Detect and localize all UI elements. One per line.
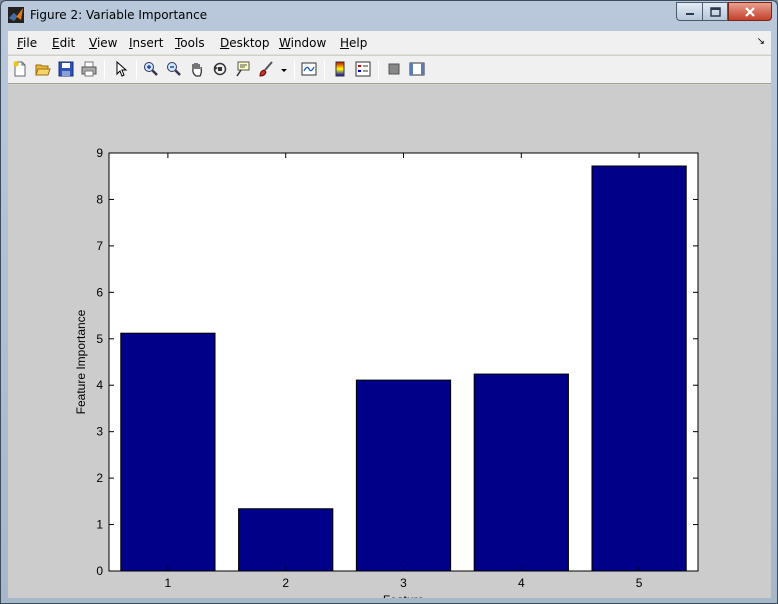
figure-canvas[interactable]: 0 1 2 3 4 5 6 7 8 9 1 2 3 4 5 Feature Feature Importance [8, 85, 771, 598]
link-plot-icon[interactable] [300, 60, 318, 78]
menu-tools[interactable]: Tools [175, 36, 205, 50]
close-button[interactable] [728, 2, 772, 21]
minimize-button[interactable] [676, 2, 702, 21]
bar-1 [120, 332, 216, 572]
x-tick-label: 2 [282, 576, 289, 590]
close-icon [745, 6, 755, 17]
x-tick-label: 4 [518, 576, 525, 590]
window-title: Figure 2: Variable Importance [30, 8, 208, 22]
select-arrow-icon[interactable] [112, 60, 130, 78]
y-tick-label: 2 [96, 471, 103, 485]
menu-view[interactable]: View [89, 36, 117, 50]
legend-icon[interactable] [354, 60, 372, 78]
y-tick-label: 7 [96, 239, 103, 253]
y-axis-label: Feature Importance [74, 309, 88, 414]
pan-hand-icon[interactable] [188, 60, 206, 78]
bar-4 [473, 373, 569, 572]
bar-2 [238, 508, 334, 572]
x-tick-label: 3 [400, 576, 407, 590]
save-icon[interactable] [57, 60, 75, 78]
figure-client-area: ↘ File Edit View Insert Tools Desktop Window He… [8, 31, 771, 598]
y-tick-label: 8 [96, 192, 103, 206]
hide-plot-tools-icon[interactable] [385, 60, 403, 78]
title-bar[interactable]: Figure 2: Variable Importance [1, 1, 777, 30]
y-tick-label: 0 [96, 564, 103, 578]
menu-edit[interactable]: Edit [52, 36, 75, 50]
y-tick-label: 5 [96, 332, 103, 346]
figure-window: Figure 2: Variable Importance ↘ File Edit… [0, 0, 778, 604]
bar-3 [355, 379, 452, 572]
open-icon[interactable] [34, 60, 52, 78]
x-tick-label: 5 [636, 576, 643, 590]
zoom-in-icon[interactable] [142, 60, 160, 78]
brush-dropdown-icon[interactable] [279, 60, 289, 78]
figure-toolbar [8, 56, 771, 84]
brush-icon[interactable] [257, 60, 275, 78]
matlab-logo-icon [8, 7, 24, 23]
rotate-3d-icon[interactable] [211, 60, 229, 78]
bar-chart[interactable]: 0 1 2 3 4 5 6 7 8 9 1 2 3 4 5 Feature Feature Importance [8, 85, 771, 598]
bar-5 [591, 165, 687, 572]
menu-bar: ↘ File Edit View Insert Tools Desktop Window He… [8, 31, 771, 55]
x-axis-label: Feature [383, 593, 425, 598]
minimize-icon [685, 12, 694, 15]
y-tick-label: 6 [96, 285, 103, 299]
data-cursor-icon[interactable] [234, 60, 252, 78]
new-figure-icon[interactable] [11, 60, 29, 78]
y-tick-label: 1 [96, 518, 103, 532]
y-tick-label: 9 [96, 146, 103, 160]
show-plot-tools-icon[interactable] [408, 60, 426, 78]
maximize-icon [709, 6, 721, 17]
print-icon[interactable] [80, 60, 98, 78]
menu-file[interactable]: File [17, 36, 37, 50]
menu-insert[interactable]: Insert [129, 36, 163, 50]
menu-desktop[interactable]: Desktop [220, 36, 270, 50]
menu-help[interactable]: Help [340, 36, 367, 50]
y-tick-label: 3 [96, 425, 103, 439]
y-tick-label: 4 [96, 378, 103, 392]
zoom-out-icon[interactable] [165, 60, 183, 78]
x-tick-label: 1 [165, 576, 172, 590]
dock-arrow-icon[interactable]: ↘ [757, 36, 765, 47]
maximize-button[interactable] [702, 2, 728, 21]
colorbar-icon[interactable] [331, 60, 349, 78]
menu-window[interactable]: Window [279, 36, 326, 50]
